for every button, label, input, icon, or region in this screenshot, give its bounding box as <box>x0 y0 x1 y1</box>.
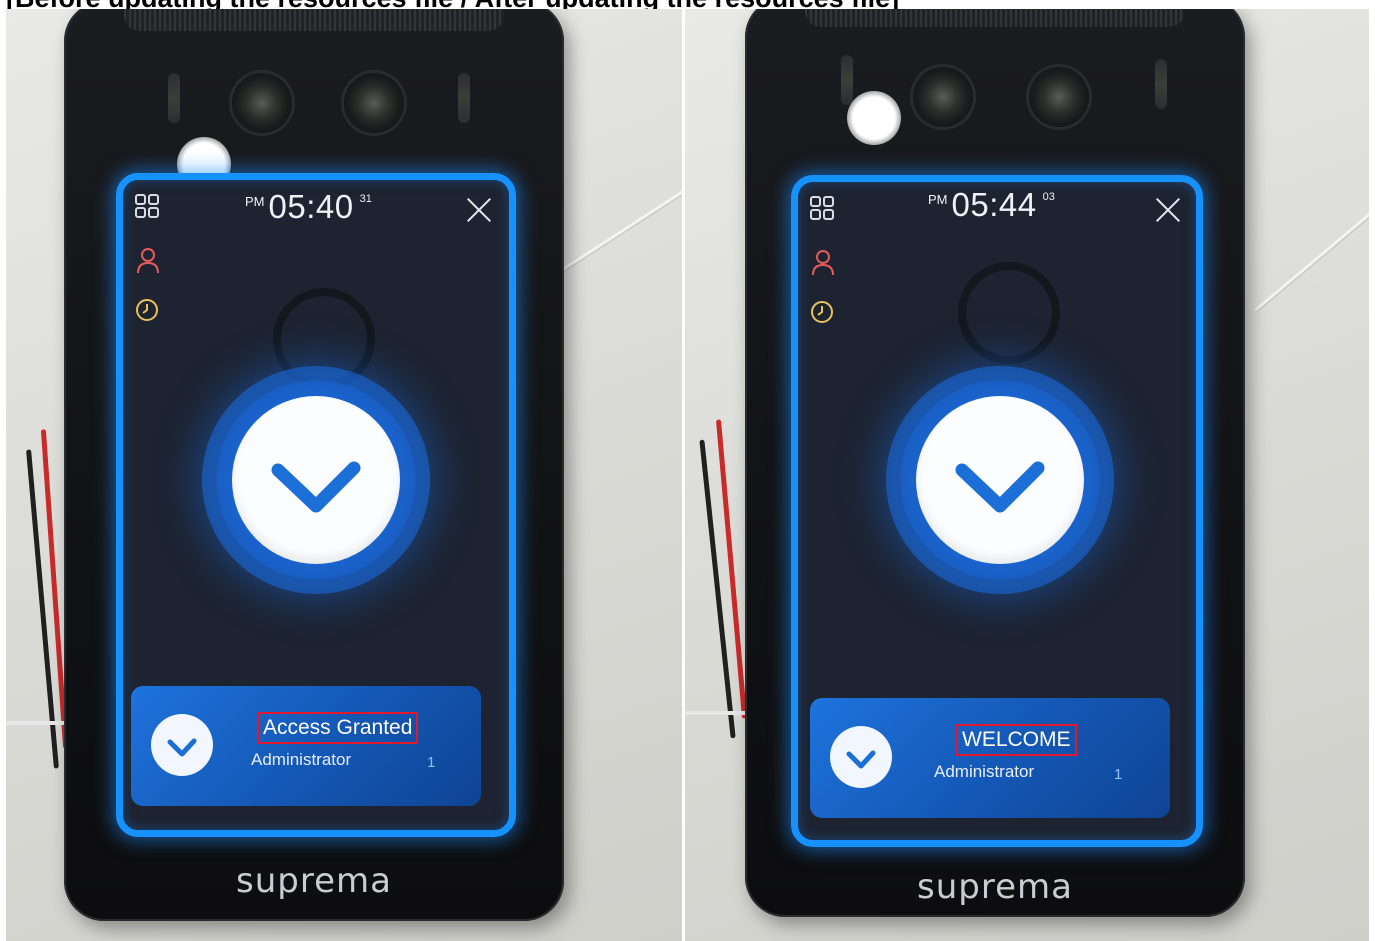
brand-logo: suprema <box>236 861 392 901</box>
access-terminal: PM 05:44 03 WELCOME Administrator 1 supr… <box>745 9 1245 917</box>
result-user-name: Administrator <box>251 750 352 769</box>
access-terminal: PM 05:40 31 Access Granted Administrator 1 <box>64 9 564 921</box>
clock-icon <box>136 299 158 321</box>
brand-logo: suprema <box>917 867 1073 907</box>
menu-grid-icon[interactable] <box>133 192 163 222</box>
user-icon <box>137 248 159 274</box>
speaker-grille <box>805 9 1185 27</box>
camera-lens <box>232 73 292 133</box>
screen: PM 05:40 31 Access Granted Administrator 1 <box>116 173 516 837</box>
ir-sensor <box>458 73 470 123</box>
success-indicator <box>900 380 1100 580</box>
wire-red <box>715 419 748 719</box>
result-card: WELCOME Administrator 1 <box>810 698 1170 818</box>
clock-display: PM 05:40 31 <box>245 188 372 226</box>
photo-after-update: PM 05:44 03 WELCOME Administrator 1 supr… <box>685 9 1369 941</box>
clock-ampm: PM <box>245 194 265 209</box>
clock-display: PM 05:44 03 <box>928 186 1055 224</box>
result-user-id: 1 <box>1114 766 1123 783</box>
camera-lens <box>913 67 973 127</box>
light-glare <box>847 91 901 145</box>
clock-time: 05:40 <box>268 188 354 225</box>
ir-sensor <box>841 55 853 105</box>
close-icon[interactable] <box>1154 196 1182 224</box>
result-user-id: 1 <box>427 754 436 771</box>
result-user-name: Administrator <box>934 762 1035 781</box>
screen: PM 05:44 03 WELCOME Administrator 1 <box>791 175 1203 847</box>
user-icon <box>812 250 834 276</box>
checkmark-icon <box>271 461 361 513</box>
wall-edge <box>1254 180 1369 312</box>
menu-grid-icon[interactable] <box>808 194 838 224</box>
photo-before-update: PM 05:40 31 Access Granted Administrator 1 <box>6 9 682 941</box>
clock-seconds: 03 <box>1042 191 1055 203</box>
face-guide-ring <box>273 288 375 390</box>
wall-edge <box>545 148 682 282</box>
ir-sensor <box>168 73 180 123</box>
result-card: Access Granted Administrator 1 <box>131 686 481 806</box>
ir-sensor <box>1155 59 1167 109</box>
clock-seconds: 31 <box>359 193 372 205</box>
result-message: Access Granted <box>257 712 419 744</box>
close-icon[interactable] <box>465 196 493 224</box>
clock-icon <box>811 301 833 323</box>
speaker-grille <box>124 9 504 31</box>
face-guide-ring <box>958 262 1060 364</box>
result-check-icon <box>151 714 213 776</box>
checkmark-icon <box>955 461 1045 513</box>
success-indicator <box>216 380 416 580</box>
result-message: WELCOME <box>956 724 1077 756</box>
camera-lens <box>344 73 404 133</box>
camera-lens <box>1029 67 1089 127</box>
clock-time: 05:44 <box>951 186 1037 223</box>
result-check-icon <box>830 726 892 788</box>
clock-ampm: PM <box>928 192 948 207</box>
